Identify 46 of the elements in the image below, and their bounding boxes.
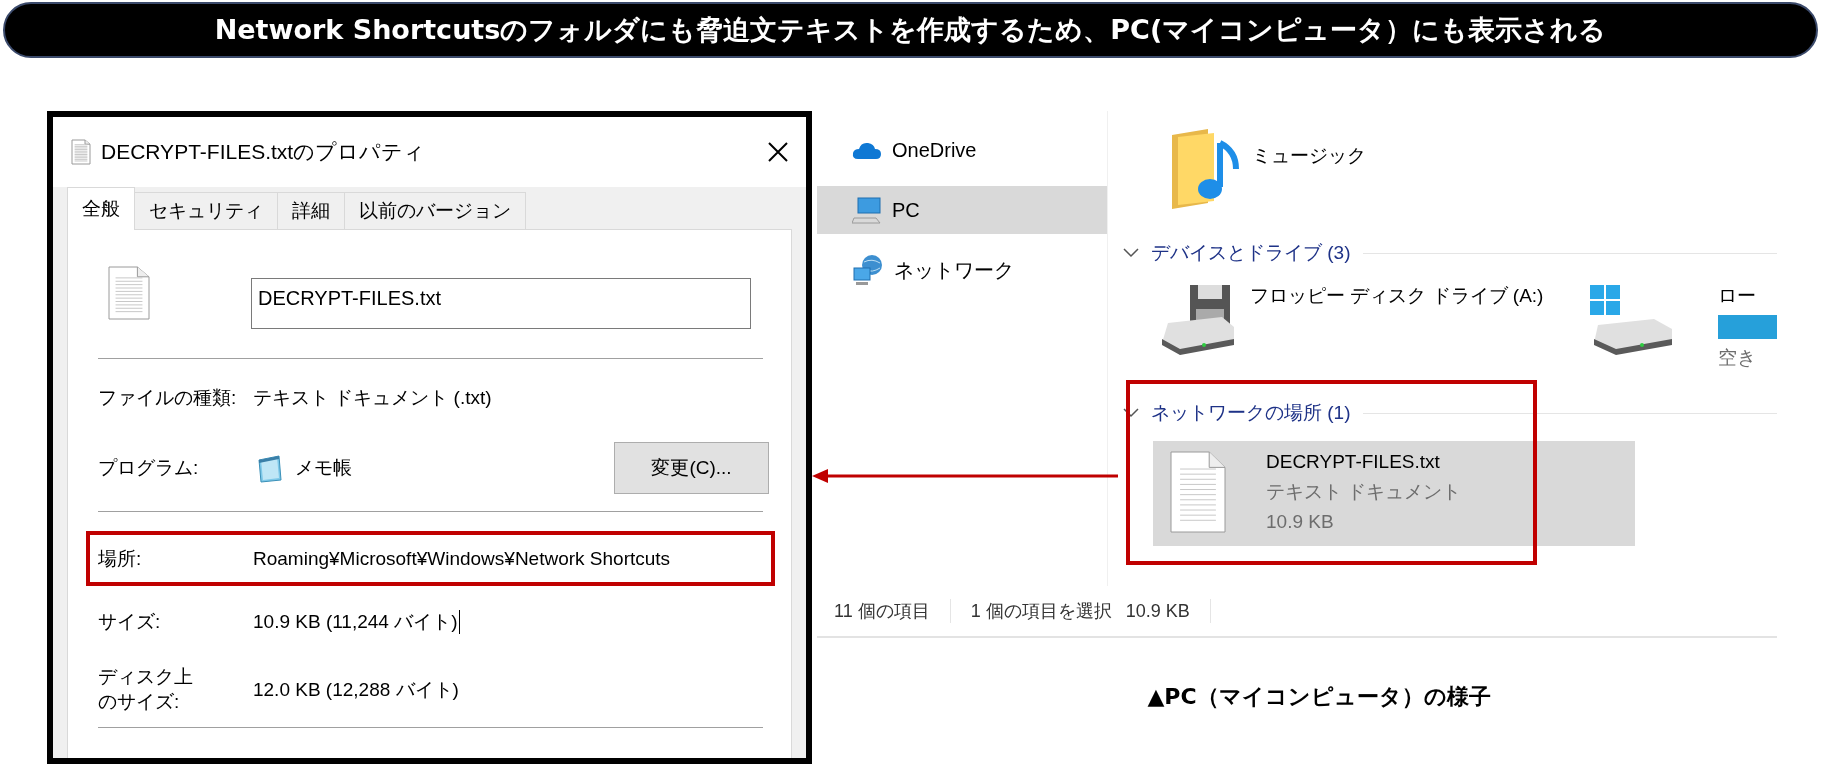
cloud-icon	[852, 140, 882, 160]
nav-item[interactable]: OneDrive	[817, 126, 1107, 174]
item-detail: テキスト ドキュメント	[1266, 480, 1462, 504]
text-file-icon	[71, 139, 91, 165]
status-text: 10.9 KB	[1125, 600, 1190, 622]
free-space-label: 空き	[1718, 346, 1757, 370]
computer-icon	[852, 196, 882, 224]
hard-drive-icon	[1588, 283, 1674, 355]
banner-title: Network Shortcutsのフォルダにも脅迫文テキストを作成するため、PC(マイコンピュータ）にも表示される	[3, 2, 1818, 58]
floppy-drive-icon	[1160, 283, 1236, 355]
status-text: 11 個の項目	[834, 600, 930, 623]
field-label: プログラム:	[98, 456, 200, 480]
item-name: DECRYPT-FILES.txt	[1266, 451, 1441, 473]
field-value: 10.9 KB (11,244 バイト)	[253, 610, 458, 634]
item-name: ミュージック	[1252, 144, 1366, 168]
tab[interactable]: 全般	[67, 187, 135, 230]
item-name: ロー	[1718, 284, 1757, 308]
close-icon	[768, 142, 788, 162]
network-icon	[852, 254, 884, 286]
selected-item[interactable]: DECRYPT-FILES.txt テキスト ドキュメント 10.9 KB	[1153, 441, 1635, 546]
chevron-icon	[1123, 408, 1139, 418]
change-button[interactable]: 変更(C)...	[614, 442, 769, 494]
text-file-icon	[108, 266, 150, 320]
field-label: ディスク上のサイズ:	[98, 665, 194, 714]
chevron-icon	[1123, 248, 1139, 258]
nav-item[interactable]: PC	[817, 186, 1107, 234]
group-header[interactable]: デバイスとドライブ (3)	[1151, 240, 1351, 266]
field-value: メモ帳	[295, 456, 352, 480]
status-text: 1 個の項目を選択	[970, 600, 1112, 623]
nav-item[interactable]: ネットワーク	[817, 246, 1107, 294]
drive-item[interactable]: ロー 空き	[1588, 271, 1777, 383]
tab[interactable]: 以前のバージョン	[344, 192, 526, 229]
text-file-icon	[1170, 451, 1226, 533]
field-value: Roaming¥Microsoft¥Windows¥Network Shortcuts	[253, 547, 671, 570]
caption: ▲PC（マイコンピュータ）の様子	[1147, 684, 1491, 709]
field-value: テキスト ドキュメント (.txt)	[253, 386, 492, 410]
field-label: ファイルの種類:	[98, 386, 238, 410]
name-field[interactable]: DECRYPT-FILES.txt	[251, 278, 751, 329]
field-label: 場所:	[98, 546, 143, 571]
window-title: DECRYPT-FILES.txtのプロパティ	[101, 139, 427, 165]
drive-item[interactable]: フロッピー ディスク ドライブ (A:)	[1123, 271, 1588, 383]
item-detail: 10.9 KB	[1266, 511, 1335, 533]
item-name: フロッピー ディスク ドライブ (A:)	[1250, 284, 1544, 308]
field-label: サイズ:	[98, 610, 162, 634]
field-value: 12.0 KB (12,288 バイト)	[253, 678, 459, 702]
group-header[interactable]: ネットワークの場所 (1)	[1151, 400, 1351, 426]
